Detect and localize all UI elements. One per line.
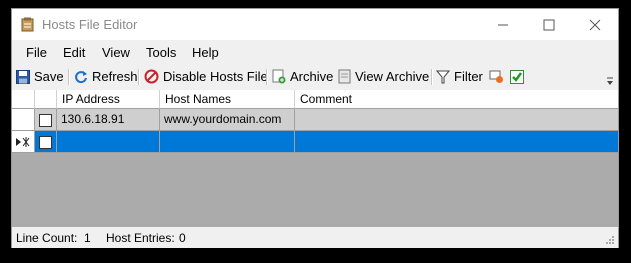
maximize-icon (543, 19, 554, 30)
enabled-cell[interactable] (35, 109, 57, 131)
ip-address-cell[interactable]: 130.6.18.91 (57, 109, 160, 131)
toolbar-separator (266, 69, 268, 85)
comment-cell[interactable] (295, 131, 618, 153)
view-archive-label: View Archive (355, 69, 430, 84)
hosts-grid[interactable]: IP Address Host Names Comment 130.6.18.9… (12, 90, 618, 227)
status-bar: Line Count: 1 Host Entries: 0 (12, 227, 618, 248)
toolbar-separator (138, 69, 140, 85)
minimize-button[interactable] (480, 9, 525, 40)
filter-button[interactable]: Filter (436, 68, 483, 85)
view-archive-icon (338, 69, 351, 84)
app-icon (21, 17, 34, 32)
save-icon (16, 69, 30, 84)
toolbar-overflow-button[interactable] (606, 72, 618, 89)
toolbar-separator (68, 69, 70, 85)
refresh-button[interactable]: Refresh (74, 68, 138, 85)
enabled-checkbox[interactable] (39, 114, 52, 127)
overflow-icon (607, 77, 613, 85)
filter-label: Filter (454, 69, 483, 84)
close-icon (589, 19, 600, 30)
menu-file[interactable]: File (26, 45, 47, 60)
disable-hosts-file-button[interactable]: Disable Hosts File (144, 68, 268, 85)
enabled-checkbox[interactable] (39, 136, 52, 149)
table-row[interactable]: 130.6.18.91 www.yourdomain.com (12, 109, 618, 131)
toolbar-separator (431, 69, 433, 85)
prohibited-icon (144, 69, 159, 84)
toolbar: Save Refresh Disable Hosts File Archive … (12, 64, 618, 89)
disable-hosts-file-label: Disable Hosts File (163, 69, 268, 84)
enable-checkmark-button[interactable] (510, 68, 528, 85)
archive-button[interactable]: Archive (272, 68, 333, 85)
new-row-indicator-icon (16, 137, 30, 147)
host-names-cell[interactable] (160, 131, 295, 153)
comment-column-header[interactable]: Comment (295, 90, 618, 109)
title-bar[interactable]: Hosts File Editor (12, 9, 618, 40)
menu-bar: File Edit View Tools Help (12, 42, 618, 62)
menu-edit[interactable]: Edit (63, 45, 85, 60)
view-archive-button[interactable]: View Archive (338, 68, 429, 85)
row-header[interactable] (12, 109, 35, 131)
line-count-label: Line Count: (16, 231, 78, 245)
menu-view[interactable]: View (102, 45, 130, 60)
host-entries-value: 0 (179, 231, 186, 245)
archive-icon (272, 69, 286, 84)
row-header-corner (12, 90, 35, 109)
enabled-cell[interactable] (35, 131, 57, 153)
host-names-cell[interactable]: www.yourdomain.com (160, 109, 295, 131)
ip-address-cell[interactable] (57, 131, 160, 153)
minimize-icon (497, 24, 508, 25)
checkmark-icon (510, 69, 524, 84)
clear-filter-button[interactable] (489, 68, 508, 85)
row-header[interactable] (12, 131, 35, 153)
resize-grip-icon[interactable] (605, 235, 615, 245)
comment-cell[interactable] (295, 109, 618, 131)
archive-label: Archive (290, 69, 334, 84)
menu-tools[interactable]: Tools (146, 45, 176, 60)
refresh-label: Refresh (92, 69, 138, 84)
refresh-icon (75, 70, 87, 83)
line-count-value: 1 (84, 231, 91, 245)
hosts-file-editor-window: Hosts File Editor File Edit View Tools H… (11, 8, 619, 248)
host-names-column-header[interactable]: Host Names (160, 90, 295, 109)
save-button[interactable]: Save (16, 68, 64, 85)
menu-help[interactable]: Help (192, 45, 219, 60)
filter-icon (436, 70, 450, 83)
save-label: Save (34, 69, 64, 84)
enabled-column-header[interactable] (35, 90, 57, 109)
table-row-new[interactable] (12, 131, 618, 153)
window-title: Hosts File Editor (42, 17, 138, 32)
maximize-button[interactable] (526, 9, 571, 40)
ip-address-column-header[interactable]: IP Address (57, 90, 160, 109)
host-entries-label: Host Entries: (106, 231, 175, 245)
clear-filter-icon (489, 70, 503, 83)
close-button[interactable] (572, 9, 617, 40)
